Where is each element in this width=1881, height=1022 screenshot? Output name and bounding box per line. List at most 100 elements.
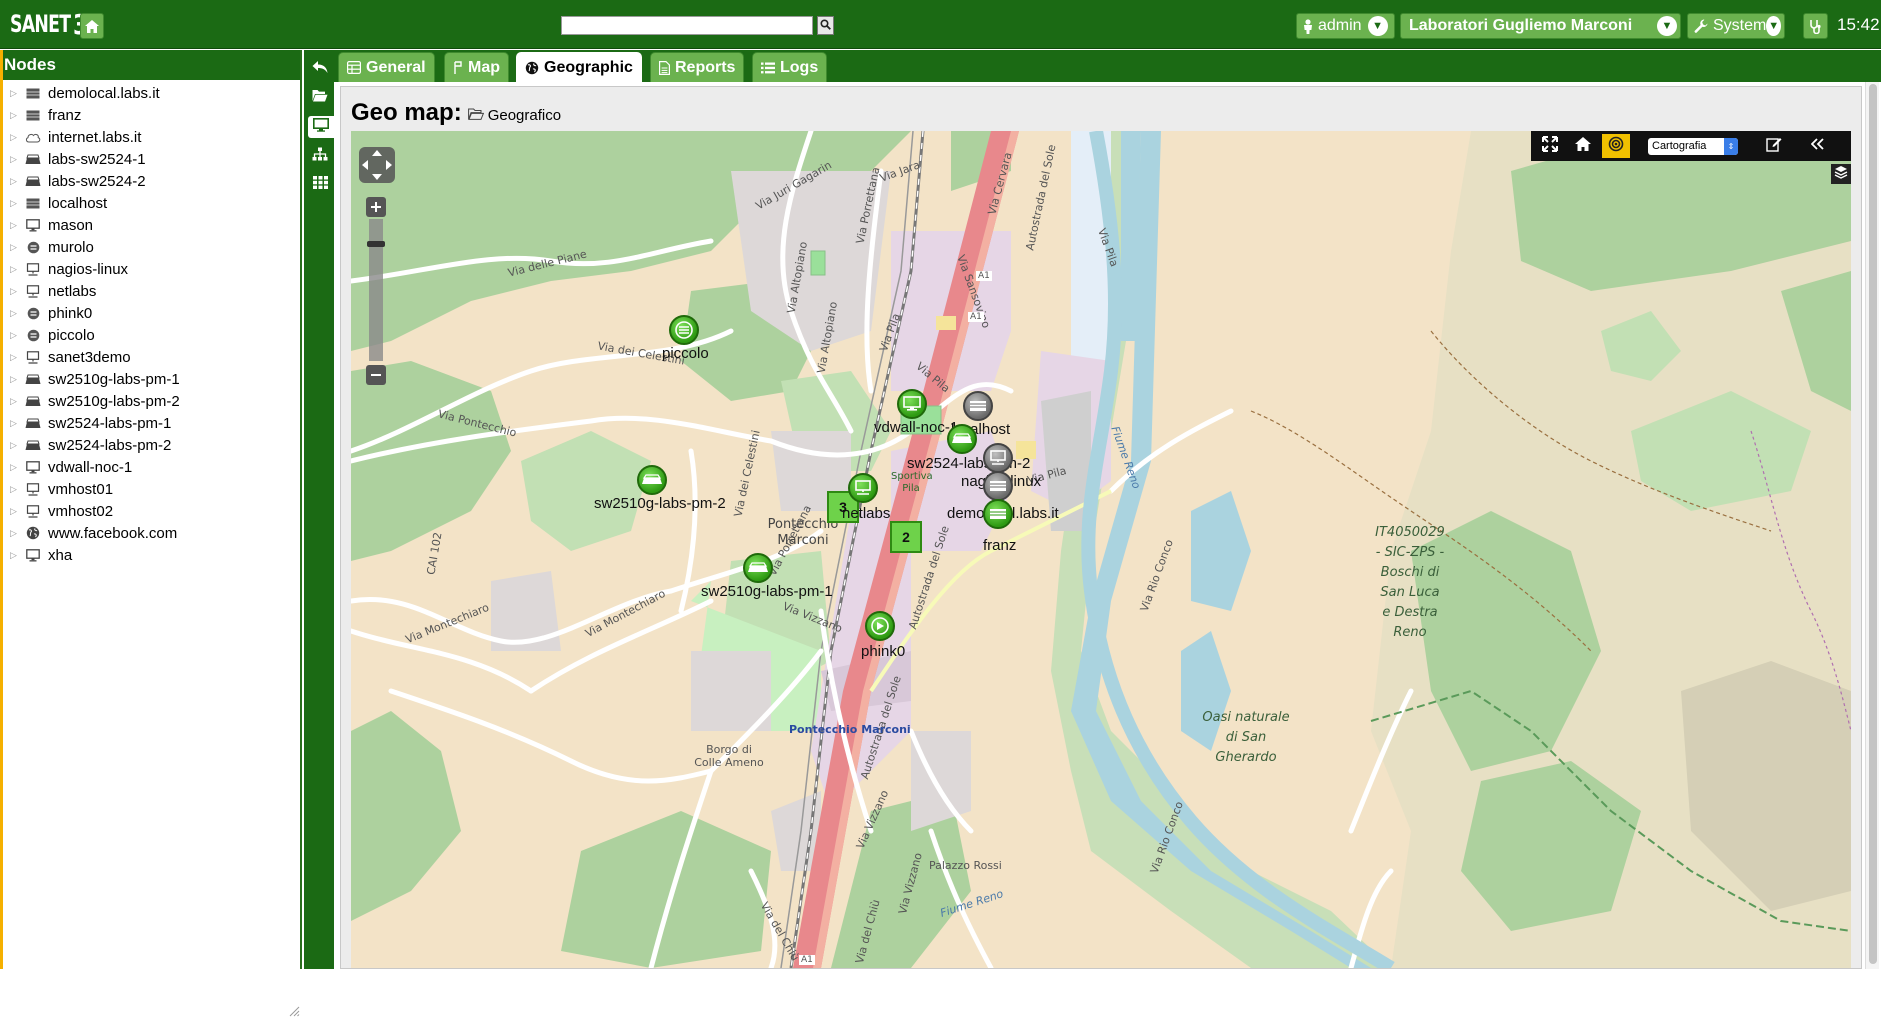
expand-triangle-icon[interactable]: ▷ xyxy=(10,396,24,407)
sanet-logo[interactable]: SANET3 xyxy=(10,6,87,42)
geo-map[interactable]: Via delle Piane Via dei Celestini Via Po… xyxy=(351,131,1851,968)
stethoscope-button[interactable] xyxy=(1803,13,1828,39)
node-marker-phink0[interactable] xyxy=(865,611,895,641)
select-arrows-icon: ⇕ xyxy=(1724,137,1738,155)
node-marker-netlabs[interactable] xyxy=(848,473,878,503)
layer-switcher-button[interactable] xyxy=(1831,164,1851,184)
node-tree-item[interactable]: ▷ xha xyxy=(0,544,300,566)
expand-triangle-icon[interactable]: ▷ xyxy=(10,154,24,165)
node-tree-item[interactable]: ▷ sw2524-labs-pm-2 xyxy=(0,434,300,456)
node-marker-nagios-linux[interactable] xyxy=(983,443,1013,473)
node-marker-vdwall-noc-1[interactable] xyxy=(897,389,927,419)
locate-button[interactable] xyxy=(1602,134,1630,158)
expand-triangle-icon[interactable]: ▷ xyxy=(10,132,24,143)
search-input[interactable] xyxy=(561,16,813,35)
base-layer-select[interactable]: Cartografia ⇕ xyxy=(1648,137,1738,155)
expand-triangle-icon[interactable]: ▷ xyxy=(10,440,24,451)
node-marker-sw2510g-labs-pm-2[interactable] xyxy=(637,465,667,495)
node-label: murolo xyxy=(48,238,94,256)
node-marker-franz[interactable] xyxy=(983,499,1013,529)
node-tree-item[interactable]: ▷ localhost xyxy=(0,192,300,214)
node-marker-sw2524-labs-pm-2[interactable] xyxy=(947,424,977,454)
tab-reports[interactable]: Reports xyxy=(650,52,745,82)
tab-general[interactable]: General xyxy=(338,52,435,82)
node-tree-item[interactable]: ▷ demolocal.labs.it xyxy=(0,82,300,104)
node-tree-item[interactable]: ▷ nagios-linux xyxy=(0,258,300,280)
expand-triangle-icon[interactable]: ▷ xyxy=(10,352,24,363)
expand-triangle-icon[interactable]: ▷ xyxy=(10,198,24,209)
folder-button[interactable] xyxy=(309,87,331,109)
expand-triangle-icon[interactable]: ▷ xyxy=(10,330,24,341)
user-icon xyxy=(1303,18,1313,34)
node-marker-sw2510g-labs-pm-1[interactable] xyxy=(743,553,773,583)
expand-triangle-icon[interactable]: ▷ xyxy=(10,88,24,99)
map-pan-control[interactable] xyxy=(359,147,395,183)
node-label: localhost xyxy=(48,194,108,212)
workstation-icon xyxy=(854,480,872,496)
expand-triangle-icon[interactable]: ▷ xyxy=(10,462,24,473)
node-tree-item[interactable]: ▷ sw2524-labs-pm-1 xyxy=(0,412,300,434)
server-icon xyxy=(989,506,1007,522)
expand-triangle-icon[interactable]: ▷ xyxy=(10,176,24,187)
expand-triangle-icon[interactable]: ▷ xyxy=(10,242,24,253)
user-menu-button[interactable]: admin ▼ xyxy=(1296,13,1395,39)
back-button[interactable] xyxy=(309,58,331,80)
fullscreen-button[interactable] xyxy=(1536,134,1564,158)
node-tree-item[interactable]: ▷ sw2510g-labs-pm-2 xyxy=(0,390,300,412)
node-tree-item[interactable]: ▷ sanet3demo xyxy=(0,346,300,368)
map-home-button[interactable] xyxy=(1569,134,1597,158)
resize-grip-icon[interactable] xyxy=(288,1004,300,1017)
expand-triangle-icon[interactable]: ▷ xyxy=(10,374,24,385)
node-tree-item[interactable]: ▷ netlabs xyxy=(0,280,300,302)
expand-triangle-icon[interactable]: ▷ xyxy=(10,550,24,561)
expand-triangle-icon[interactable]: ▷ xyxy=(10,264,24,275)
expand-triangle-icon[interactable]: ▷ xyxy=(10,484,24,495)
marker-cluster[interactable]: 2 xyxy=(890,521,922,553)
page-scrollbar[interactable] xyxy=(1865,82,1879,969)
expand-triangle-icon[interactable]: ▷ xyxy=(10,220,24,231)
node-tree-item[interactable]: ▷ sw2510g-labs-pm-1 xyxy=(0,368,300,390)
tab-map[interactable]: Map xyxy=(444,52,509,82)
wrench-icon xyxy=(1694,19,1708,33)
edit-map-button[interactable] xyxy=(1760,134,1788,158)
node-tree-item[interactable]: ▷ vdwall-noc-1 xyxy=(0,456,300,478)
expand-triangle-icon[interactable]: ▷ xyxy=(10,308,24,319)
cloud-icon xyxy=(24,130,42,144)
expand-triangle-icon[interactable]: ▷ xyxy=(10,528,24,539)
home-button[interactable] xyxy=(80,13,104,39)
router-icon xyxy=(24,306,42,320)
node-tree-item[interactable]: ▷ internet.labs.it xyxy=(0,126,300,148)
organization-menu-button[interactable]: Laboratori Gugliemo Marconi ▼ xyxy=(1400,13,1681,39)
expand-triangle-icon[interactable]: ▷ xyxy=(10,418,24,429)
node-tree-item[interactable]: ▷ franz xyxy=(0,104,300,126)
node-tree-item[interactable]: ▷ phink0 xyxy=(0,302,300,324)
tab-geographic[interactable]: Geographic xyxy=(516,52,642,82)
grid-view-button[interactable] xyxy=(309,174,331,196)
node-marker-demolocal[interactable] xyxy=(983,471,1013,501)
expand-triangle-icon[interactable]: ▷ xyxy=(10,286,24,297)
node-tree-item[interactable]: ▷ vmhost02 xyxy=(0,500,300,522)
expand-triangle-icon[interactable]: ▷ xyxy=(10,110,24,121)
monitor-view-button[interactable] xyxy=(308,116,334,138)
system-menu-button[interactable]: System ▼ xyxy=(1687,13,1785,39)
node-tree-item[interactable]: ▷ murolo xyxy=(0,236,300,258)
switch-icon xyxy=(24,394,42,408)
node-tree-item[interactable]: ▷ www.facebook.com xyxy=(0,522,300,544)
top-bar: SANET3 admin ▼ Laboratori Gugliemo Marco… xyxy=(0,0,1881,49)
breadcrumb[interactable]: Geografico xyxy=(467,107,561,124)
collapse-toolbar-button[interactable] xyxy=(1804,134,1832,158)
node-tree-item[interactable]: ▷ vmhost01 xyxy=(0,478,300,500)
expand-triangle-icon[interactable]: ▷ xyxy=(10,506,24,517)
scrollbar-thumb[interactable] xyxy=(1869,84,1877,964)
node-tree-item[interactable]: ▷ mason xyxy=(0,214,300,236)
map-zoom-control[interactable] xyxy=(366,197,386,385)
node-marker-piccolo[interactable] xyxy=(669,315,699,345)
node-tree-item[interactable]: ▷ piccolo xyxy=(0,324,300,346)
globe-icon xyxy=(24,526,42,540)
search-button[interactable] xyxy=(817,16,834,35)
node-tree-item[interactable]: ▷ labs-sw2524-1 xyxy=(0,148,300,170)
topology-button[interactable] xyxy=(309,145,331,167)
tab-logs[interactable]: Logs xyxy=(752,52,828,82)
node-marker-localhost[interactable] xyxy=(963,391,993,421)
node-tree-item[interactable]: ▷ labs-sw2524-2 xyxy=(0,170,300,192)
